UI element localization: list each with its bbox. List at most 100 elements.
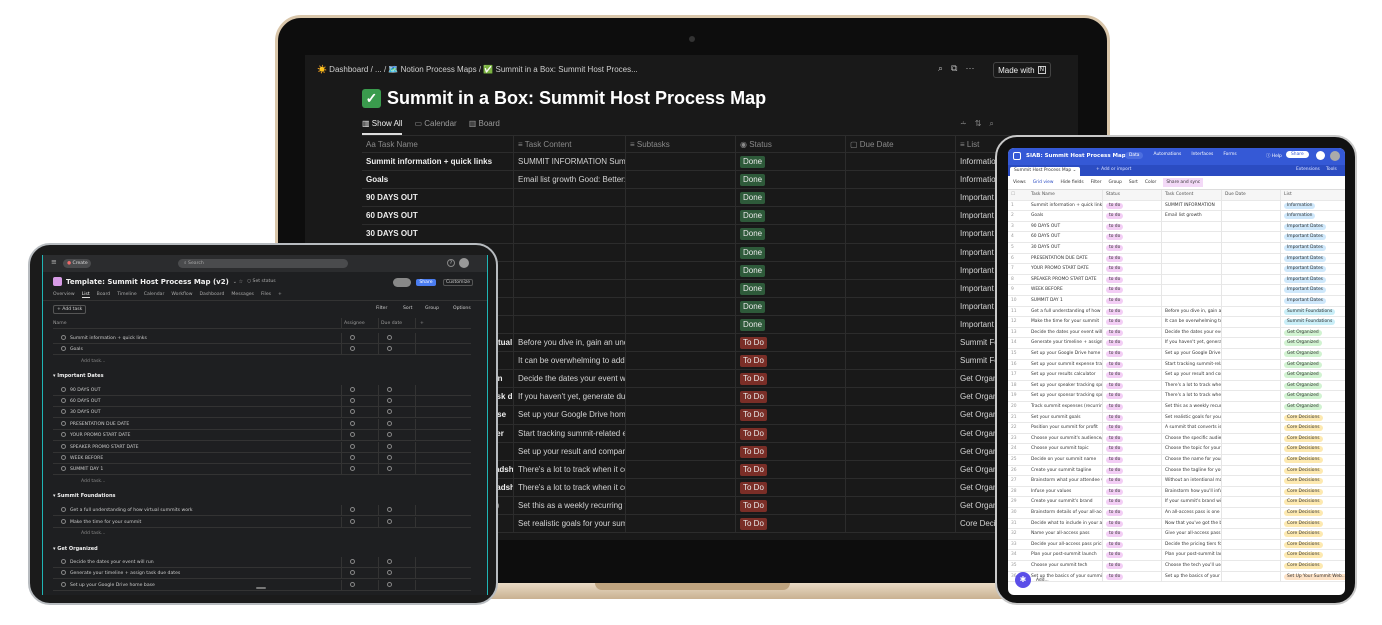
- due-date-cell[interactable]: [1221, 211, 1280, 222]
- list-cell[interactable]: Summit Foundations: [1280, 317, 1345, 328]
- due-date-cell[interactable]: [1221, 423, 1280, 434]
- task-name[interactable]: 30 DAYS OUT: [70, 410, 101, 415]
- status-cell[interactable]: to do: [1102, 412, 1161, 424]
- member-avatars[interactable]: [393, 278, 411, 287]
- complete-check-icon[interactable]: [61, 455, 66, 460]
- assignee-icon[interactable]: [350, 409, 355, 414]
- status-badge[interactable]: To Do: [740, 391, 767, 404]
- task-name-cell[interactable]: Goals: [1028, 211, 1102, 222]
- list-cell[interactable]: Core Decisions: [1280, 433, 1345, 445]
- status-cell[interactable]: to do: [1102, 508, 1161, 519]
- grid-row[interactable]: 30 Brainstorm details of your all-acce...…: [1008, 508, 1345, 519]
- col-task-content[interactable]: ≡ Task Content: [513, 136, 625, 154]
- due-date-cell[interactable]: [1221, 465, 1280, 477]
- due-date-cell[interactable]: [1221, 264, 1280, 275]
- status-cell[interactable]: to do: [1102, 359, 1161, 371]
- due-date-cell[interactable]: [1221, 433, 1280, 445]
- task-content-cell[interactable]: Start tracking summit-relat...: [1161, 359, 1221, 371]
- list-cell[interactable]: Core Decisions: [1280, 518, 1345, 530]
- task-content-cell[interactable]: Decide the dates your even...: [1161, 327, 1221, 339]
- status-cell[interactable]: Done: [735, 315, 845, 334]
- toolbar-grid-view[interactable]: Grid view: [1033, 180, 1054, 185]
- task-content-cell[interactable]: Give your all-access pass a...: [1161, 529, 1221, 540]
- due-date-cell[interactable]: [1221, 476, 1280, 487]
- task-content-cell[interactable]: A summit that converts is a...: [1161, 423, 1221, 434]
- avatar[interactable]: [1330, 151, 1340, 161]
- table-tab[interactable]: Summit Host Process Map ⌄: [1010, 167, 1081, 176]
- task-content-cell[interactable]: [1161, 296, 1221, 307]
- calendar-icon[interactable]: [387, 421, 392, 426]
- breadcrumb-process-maps[interactable]: 🗺️ Notion Process Maps: [388, 65, 476, 74]
- task-name-cell[interactable]: Set up your results calculator: [1028, 370, 1102, 381]
- options-button[interactable]: Options: [453, 306, 471, 311]
- due-date-cell[interactable]: [1221, 486, 1280, 498]
- search-input[interactable]: ⌕ Search: [178, 259, 348, 268]
- complete-check-icon[interactable]: [61, 507, 66, 512]
- status-badge[interactable]: Done: [740, 282, 766, 295]
- task-content-cell[interactable]: An all-access pass is one of...: [1161, 508, 1221, 519]
- help-link[interactable]: ⓘ Help: [1266, 153, 1282, 159]
- status-badge[interactable]: Done: [740, 318, 766, 331]
- tab-calendar[interactable]: ▭ Calendar: [414, 119, 456, 135]
- task-row[interactable]: Set up your Google Drive home base: [53, 580, 471, 591]
- breadcrumb-current[interactable]: ✅ Summit in a Box: Summit Host Proces...: [483, 65, 637, 74]
- due-date-cell[interactable]: [1221, 285, 1280, 296]
- status-cell[interactable]: to do: [1102, 306, 1161, 318]
- toolbar-views[interactable]: Views: [1013, 180, 1026, 185]
- status-cell[interactable]: To Do: [735, 334, 845, 353]
- task-content-cell[interactable]: SUMMIT INFORMATION: [1161, 200, 1221, 212]
- task-content-cell[interactable]: Set up your result and com...: [1161, 370, 1221, 381]
- task-content-cell[interactable]: [1161, 243, 1221, 254]
- task-content-cell[interactable]: Set realistic goals for your s...: [1161, 412, 1221, 424]
- due-date-cell[interactable]: [1221, 412, 1280, 424]
- calendar-icon[interactable]: [387, 570, 392, 575]
- task-name-cell[interactable]: Set up your Google Drive home b...: [1028, 349, 1102, 360]
- status-badge[interactable]: Done: [740, 192, 766, 205]
- task-name[interactable]: Generate your timeline + assign task due…: [70, 571, 180, 576]
- due-date-cell[interactable]: [1221, 455, 1280, 466]
- task-name[interactable]: Decide the dates your event will run: [70, 560, 154, 565]
- col-due-date[interactable]: Due Date: [1221, 190, 1280, 201]
- due-date-cell[interactable]: [1221, 221, 1280, 233]
- share-button[interactable]: Share: [1286, 151, 1309, 158]
- due-date-cell[interactable]: [1221, 274, 1280, 286]
- tab-board[interactable]: Board: [97, 292, 111, 298]
- due-date-cell[interactable]: [1221, 243, 1280, 254]
- assignee-icon[interactable]: [350, 398, 355, 403]
- tab-dashboard[interactable]: Dashboard: [199, 292, 224, 298]
- list-cell[interactable]: Get Organized: [1280, 349, 1345, 360]
- grid-row[interactable]: 16 Set up your summit expense tracker to d…: [1008, 359, 1345, 371]
- complete-check-icon[interactable]: [61, 519, 66, 524]
- grid-row[interactable]: 4 60 DAYS OUT to do Important Dates: [1008, 232, 1345, 243]
- due-date-cell[interactable]: [378, 568, 415, 579]
- grid-row[interactable]: 27 Brainstorm what your attendee wa... to …: [1008, 476, 1345, 487]
- due-date-cell[interactable]: [1221, 317, 1280, 328]
- sort-icon[interactable]: ⇅: [975, 119, 982, 129]
- task-name-cell[interactable]: Name your all-access pass: [1028, 529, 1102, 540]
- tab-board[interactable]: ▥ Board: [469, 119, 500, 135]
- task-name-cell[interactable]: Choose your summit topic: [1028, 444, 1102, 455]
- status-cell[interactable]: to do: [1102, 486, 1161, 498]
- assignee-cell[interactable]: [341, 407, 378, 418]
- task-name-cell[interactable]: SUMMIT DAY 1: [1028, 296, 1102, 307]
- due-date-cell[interactable]: [1221, 391, 1280, 402]
- list-cell[interactable]: Important Dates: [1280, 296, 1345, 307]
- task-content-cell[interactable]: Choose the name for your ...: [1161, 455, 1221, 466]
- task-name-cell[interactable]: Create your summit's brand: [1028, 497, 1102, 508]
- assignee-cell[interactable]: [341, 505, 378, 516]
- tab-timeline[interactable]: Timeline: [117, 292, 137, 298]
- task-name[interactable]: Summit information + quick links: [70, 336, 147, 341]
- list-cell[interactable]: Core Decisions: [1280, 444, 1345, 455]
- status-cell[interactable]: to do: [1102, 518, 1161, 530]
- complete-check-icon[interactable]: [61, 346, 66, 351]
- col-subtasks[interactable]: ≡ Subtasks: [625, 136, 735, 154]
- due-date-cell[interactable]: [378, 464, 415, 475]
- complete-check-icon[interactable]: [61, 335, 66, 340]
- status-cell[interactable]: to do: [1102, 211, 1161, 222]
- status-badge[interactable]: To Do: [740, 481, 767, 494]
- task-name-cell[interactable]: 60 DAYS OUT: [1028, 232, 1102, 243]
- status-cell[interactable]: to do: [1102, 476, 1161, 487]
- calendar-icon[interactable]: [387, 346, 392, 351]
- due-date-cell[interactable]: [1221, 232, 1280, 243]
- list-cell[interactable]: Core Decisions: [1280, 550, 1345, 561]
